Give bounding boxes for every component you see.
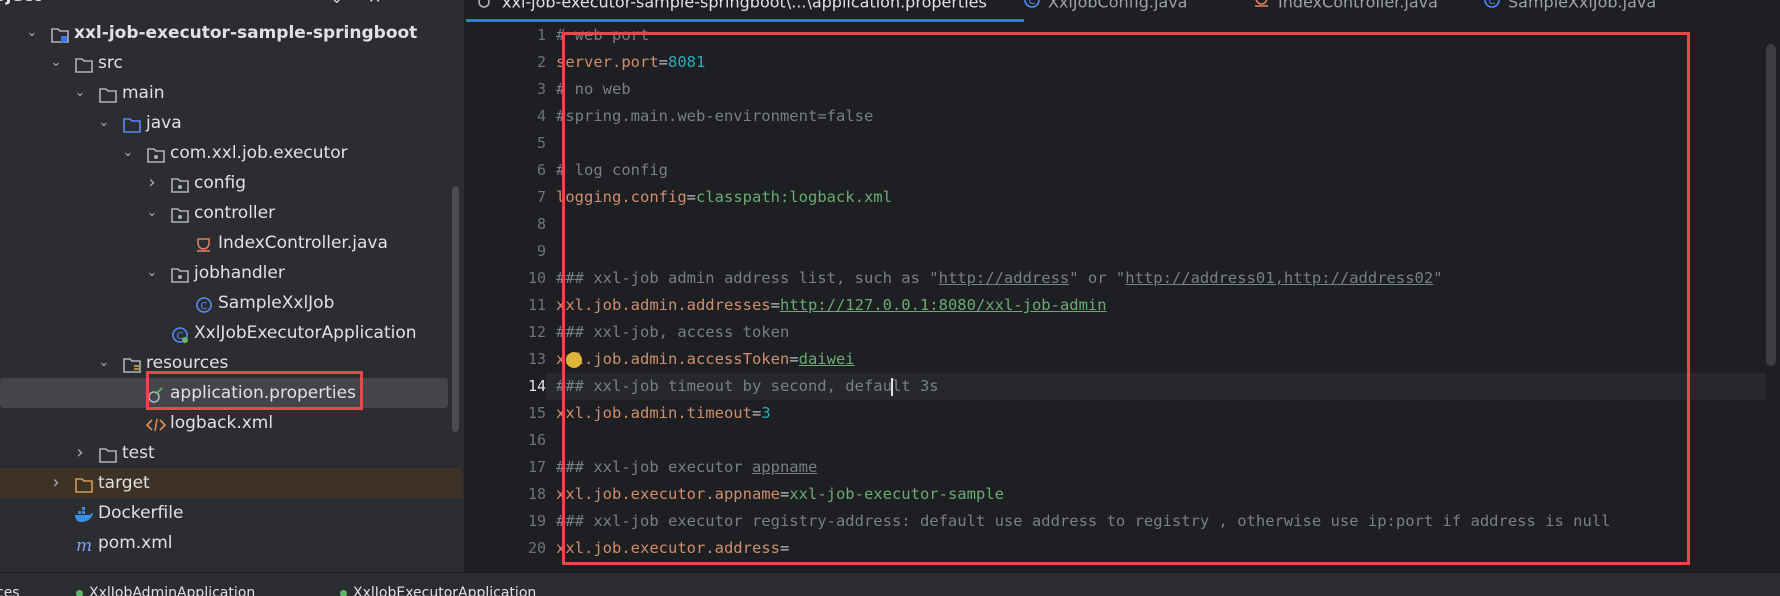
editor-tab[interactable]: IndexController.java [1252,0,1438,21]
tree-item[interactable]: ⌄ controller [0,198,448,228]
tree-item-label: java [146,113,182,133]
line-number: 10 [527,269,546,287]
chevron-down-icon[interactable]: ⌄ [97,108,111,138]
line-number: 7 [536,188,546,206]
line-number: 14 [527,377,546,395]
tree-item-label: xxl-job-executor-sample-springboot [74,23,418,43]
tree-item[interactable]: IndexController.java [0,228,448,258]
line-number: 16 [527,431,546,449]
tree-item[interactable]: ⌄ jobhandler [0,258,448,288]
line-number: 1 [536,26,546,44]
chevron-down-icon[interactable]: ⌄ [73,78,87,108]
tree-item-label: logback.xml [170,413,274,433]
class-icon: C [1482,0,1502,13]
tree-item[interactable]: Dockerfile [0,498,448,528]
project-header: oject ⌄ ✕ — [0,0,464,14]
annotation-box-selected-file [146,371,363,410]
tree-item[interactable]: ⌄ java [0,108,448,138]
line-number-gutter: 1 2 3 4 5 6 7 8 9 10 11 12 13 14 15 16 17 18 19 20 [466,22,546,572]
tree-item[interactable]: › test [0,438,448,468]
line-number: 19 [527,512,546,530]
chevron-down-icon[interactable]: ⌄ [145,258,159,288]
tree-item-label: src [98,53,123,73]
tree-item-label: main [122,83,165,103]
tab-label: IndexController.java [1278,0,1438,12]
tree-scrollbar[interactable] [452,186,459,432]
tree-item-label: com.xxl.job.executor [170,143,348,163]
line-number: 8 [536,215,546,233]
maven-icon: m [74,534,94,564]
running-indicator-icon [340,590,347,596]
chevron-down-icon[interactable]: ⌄ [330,0,343,7]
editor-tab[interactable]: xxl-job-executor-sample-springboot\...\a… [476,0,987,21]
editor-tab[interactable]: C XxlJobConfig.java [1022,0,1187,21]
line-number: 3 [536,80,546,98]
run-toolbar: ces XxlJobAdminApplication XxlJobExecuto… [0,572,1780,596]
minimize-icon[interactable]: — [410,0,426,7]
project-title: oject [0,0,41,6]
chevron-right-icon[interactable]: › [145,168,159,198]
line-number: 11 [527,296,546,314]
tree-item-label: jobhandler [194,263,285,283]
svg-text:C: C [1029,0,1036,7]
svg-text:C: C [201,301,208,312]
tree-item[interactable]: C XxlJobExecutorApplication [0,318,448,348]
line-number: 12 [527,323,546,341]
tab-label: XxlJobConfig.java [1048,0,1188,12]
line-number: 5 [536,134,546,152]
line-number: 13 [527,350,546,368]
java-file-icon [1252,0,1272,13]
svg-text:C: C [1489,0,1496,7]
line-number: 18 [527,485,546,503]
annotation-box-code [562,32,1690,565]
tree-item-label: pom.xml [98,533,173,553]
line-number: 17 [527,458,546,476]
editor-tab[interactable]: C SampleXxlJob.java [1482,0,1656,21]
tree-item-label: config [194,173,247,193]
tree-item[interactable]: ⌄ main [0,78,448,108]
tree-item[interactable]: C SampleXxlJob [0,288,448,318]
chevron-right-icon[interactable]: › [73,438,87,468]
line-number: 20 [527,539,546,557]
editor-scrollbar[interactable] [1766,44,1776,366]
tree-item[interactable]: ⌄ src [0,48,448,78]
chevron-down-icon[interactable]: ⌄ [145,198,159,228]
line-number: 2 [536,53,546,71]
tree-item-label: test [122,443,155,463]
tree-item[interactable]: › target [0,468,462,498]
running-indicator-icon [76,590,83,596]
properties-file-icon [476,0,496,13]
tree-item[interactable]: ⌄ xxl-job-executor-sample-springboot [0,18,448,48]
line-number: 6 [536,161,546,179]
tree-item[interactable]: ⌄ com.xxl.job.executor [0,138,448,168]
project-tool-window: oject ⌄ ✕ — ⌄ xxl-job-executor-sample-spr… [0,0,465,572]
tree-item[interactable]: m pom.xml [0,528,448,558]
tab-label: xxl-job-executor-sample-springboot\...\a… [502,0,987,12]
class-icon: C [1022,0,1042,13]
line-number: 15 [527,404,546,422]
run-config-admin[interactable]: XxlJobAdminApplication [76,585,255,596]
chevron-down-icon[interactable]: ⌄ [121,138,135,168]
tree-item-label: Dockerfile [98,503,184,523]
chevron-down-icon[interactable]: ⌄ [97,348,111,378]
tree-item-label: XxlJobExecutorApplication [194,323,417,343]
line-number: 4 [536,107,546,125]
run-config-executor[interactable]: XxlJobExecutorApplication [340,585,536,596]
svg-text:m: m [76,536,92,554]
chevron-right-icon[interactable]: › [49,468,63,498]
tree-item-label: SampleXxlJob [218,293,335,313]
tree-item-label: IndexController.java [218,233,388,253]
tab-label: SampleXxlJob.java [1508,0,1657,12]
tree-item[interactable]: › config [0,168,448,198]
tree-item[interactable]: logback.xml [0,408,448,438]
close-icon[interactable]: ✕ [368,0,381,7]
tree-item-label: controller [194,203,276,223]
chevron-down-icon[interactable]: ⌄ [49,48,63,78]
chevron-down-icon[interactable]: ⌄ [25,18,39,48]
status-left-label: ces [0,585,20,596]
tree-item-label: target [98,473,150,493]
line-number: 9 [536,242,546,260]
